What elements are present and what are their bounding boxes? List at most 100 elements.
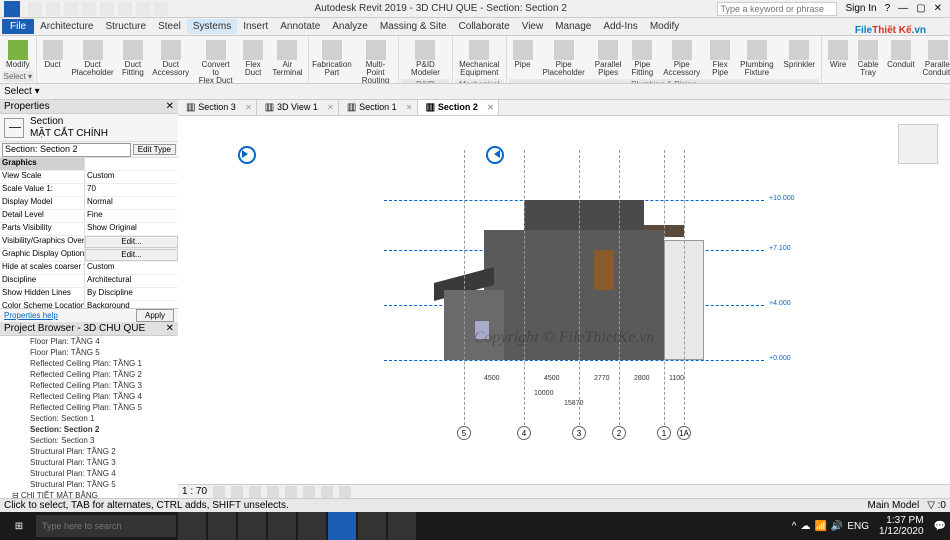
task-edge-icon[interactable]: [238, 512, 266, 540]
quick-access-toolbar[interactable]: [24, 2, 172, 16]
ribbon-pipe-button[interactable]: Pipe: [509, 38, 537, 79]
menu-addins[interactable]: Add-Ins: [597, 19, 643, 34]
level-label[interactable]: +7.100: [769, 245, 791, 252]
level-label[interactable]: +10.000: [769, 195, 795, 202]
property-value[interactable]: Architectural: [85, 275, 178, 287]
qat-undo-icon[interactable]: [64, 2, 78, 16]
ribbon-pipefitting-button[interactable]: PipeFitting: [627, 38, 657, 79]
grid-bubble[interactable]: 3: [572, 426, 586, 440]
filter-icon[interactable]: ▽ :0: [927, 500, 946, 511]
visual-style-icon[interactable]: [231, 486, 243, 498]
grid-bubble[interactable]: 1A: [677, 426, 691, 440]
select-dropdown[interactable]: Select ▾: [4, 86, 40, 97]
grid-line[interactable]: [579, 150, 580, 430]
tray-lang[interactable]: ENG: [847, 521, 869, 532]
property-value[interactable]: 70: [85, 184, 178, 196]
tab-close-icon[interactable]: ✕: [327, 103, 334, 112]
ribbon-multipointrouting-button[interactable]: Multi-PointRouting: [355, 38, 396, 84]
ribbon-pidmodeler-button[interactable]: P&ID Modeler: [401, 38, 450, 79]
properties-close-icon[interactable]: ✕: [166, 101, 174, 112]
menu-steel[interactable]: Steel: [152, 19, 187, 34]
help-icon[interactable]: ?: [885, 3, 891, 14]
detail-level-icon[interactable]: [213, 486, 225, 498]
level-line[interactable]: [384, 360, 764, 361]
shadows-icon[interactable]: [267, 486, 279, 498]
qat-measure-icon[interactable]: [118, 2, 132, 16]
property-row[interactable]: Graphics: [0, 158, 178, 171]
menu-insert[interactable]: Insert: [237, 19, 274, 34]
browser-item[interactable]: Reflected Ceiling Plan: TẦNG 1: [0, 358, 178, 369]
browser-item[interactable]: Structural Plan: TẦNG 3: [0, 457, 178, 468]
browser-item[interactable]: Structural Plan: TẦNG 4: [0, 468, 178, 479]
task-revit-icon[interactable]: [328, 512, 356, 540]
property-row[interactable]: DisciplineArchitectural: [0, 275, 178, 288]
view-cube[interactable]: [898, 124, 938, 164]
ribbon-wire-button[interactable]: Wire: [824, 38, 852, 84]
temp-hide-icon[interactable]: [321, 486, 333, 498]
properties-grid[interactable]: GraphicsView ScaleCustomScale Value 1:70…: [0, 158, 178, 308]
property-value[interactable]: By Discipline: [85, 288, 178, 300]
ribbon-parallelconduits-button[interactable]: ParallelConduits: [920, 38, 950, 84]
ribbon-cabletray-button[interactable]: CableTray: [854, 38, 882, 84]
task-explorer-icon[interactable]: [268, 512, 296, 540]
menu-structure[interactable]: Structure: [99, 19, 152, 34]
browser-item[interactable]: Reflected Ceiling Plan: TẦNG 5: [0, 402, 178, 413]
signin-link[interactable]: Sign In: [845, 3, 876, 14]
sun-path-icon[interactable]: [249, 486, 261, 498]
qat-print-icon[interactable]: [100, 2, 114, 16]
drawing-canvas[interactable]: 543211A 450045002770280011001000015870 +…: [178, 116, 950, 484]
menu-collaborate[interactable]: Collaborate: [453, 19, 516, 34]
ribbon-conduit-button[interactable]: Conduit: [884, 38, 918, 84]
close-icon[interactable]: ✕: [934, 3, 942, 14]
tab-close-icon[interactable]: ✕: [406, 103, 413, 112]
scale-label[interactable]: 1 : 70: [182, 486, 207, 497]
ribbon-converttoflexduct-button[interactable]: Convert toFlex Duct: [194, 38, 237, 84]
instance-selector[interactable]: Section: Section 2: [2, 143, 131, 157]
ribbon-fabricationpart-button[interactable]: FabricationPart: [311, 38, 353, 84]
ribbon-ductfitting-button[interactable]: DuctFitting: [119, 38, 148, 84]
dimension-text[interactable]: 15870: [564, 400, 583, 407]
dimension-text[interactable]: 10000: [534, 390, 553, 397]
property-value[interactable]: Normal: [85, 197, 178, 209]
property-value[interactable]: [85, 158, 178, 170]
property-value[interactable]: Show Original: [85, 223, 178, 235]
ribbon-duct-button[interactable]: Duct: [39, 38, 67, 84]
property-value[interactable]: Fine: [85, 210, 178, 222]
view-tab[interactable]: ▥ Section 1✕: [339, 100, 418, 115]
property-value[interactable]: Edit...: [85, 249, 178, 261]
property-row[interactable]: Color Scheme LocationBackground: [0, 301, 178, 308]
task-app-icon[interactable]: [358, 512, 386, 540]
property-value[interactable]: Edit...: [85, 236, 178, 248]
view-tab[interactable]: ▥ Section 3✕: [178, 100, 257, 115]
dimension-text[interactable]: 2770: [594, 375, 610, 382]
grid-line[interactable]: [464, 150, 465, 430]
property-row[interactable]: Scale Value 1:70: [0, 184, 178, 197]
ribbon-airterminal-button[interactable]: AirTerminal: [269, 38, 306, 84]
edit-type-button[interactable]: Edit Type: [133, 144, 176, 155]
task-cortana-icon[interactable]: [178, 512, 206, 540]
property-row[interactable]: Display ModelNormal: [0, 197, 178, 210]
ribbon-modify-button[interactable]: Modify: [2, 38, 34, 71]
tray-volume-icon[interactable]: 🔊: [831, 521, 843, 532]
grid-line[interactable]: [664, 150, 665, 430]
ribbon-flexpipe-button[interactable]: FlexPipe: [706, 38, 734, 79]
section-head-right[interactable]: [488, 146, 504, 162]
ribbon-pipeaccessory-button[interactable]: PipeAccessory: [659, 38, 704, 79]
qat-text-icon[interactable]: [154, 2, 168, 16]
browser-item[interactable]: Floor Plan: TẦNG 4: [0, 336, 178, 347]
menu-massingsite[interactable]: Massing & Site: [374, 19, 453, 34]
grid-line[interactable]: [684, 150, 685, 430]
browser-item[interactable]: Section: Section 1: [0, 413, 178, 424]
qat-open-icon[interactable]: [28, 2, 42, 16]
browser-close-icon[interactable]: ✕: [166, 323, 174, 334]
property-row[interactable]: Visibility/Graphics OverridesEdit...: [0, 236, 178, 249]
view-tab[interactable]: ▥ Section 2✕: [418, 100, 499, 115]
qat-save-icon[interactable]: [46, 2, 60, 16]
menu-file[interactable]: File: [2, 19, 34, 34]
browser-item[interactable]: Floor Plan: TẦNG 5: [0, 347, 178, 358]
ribbon-parallelpipes-button[interactable]: ParallelPipes: [591, 38, 626, 79]
ribbon-mechanicalequipment-button[interactable]: MechanicalEquipment: [455, 38, 503, 79]
tray-network-icon[interactable]: 📶: [814, 521, 826, 532]
dimension-text[interactable]: 1100: [669, 375, 684, 382]
grid-bubble[interactable]: 1: [657, 426, 671, 440]
